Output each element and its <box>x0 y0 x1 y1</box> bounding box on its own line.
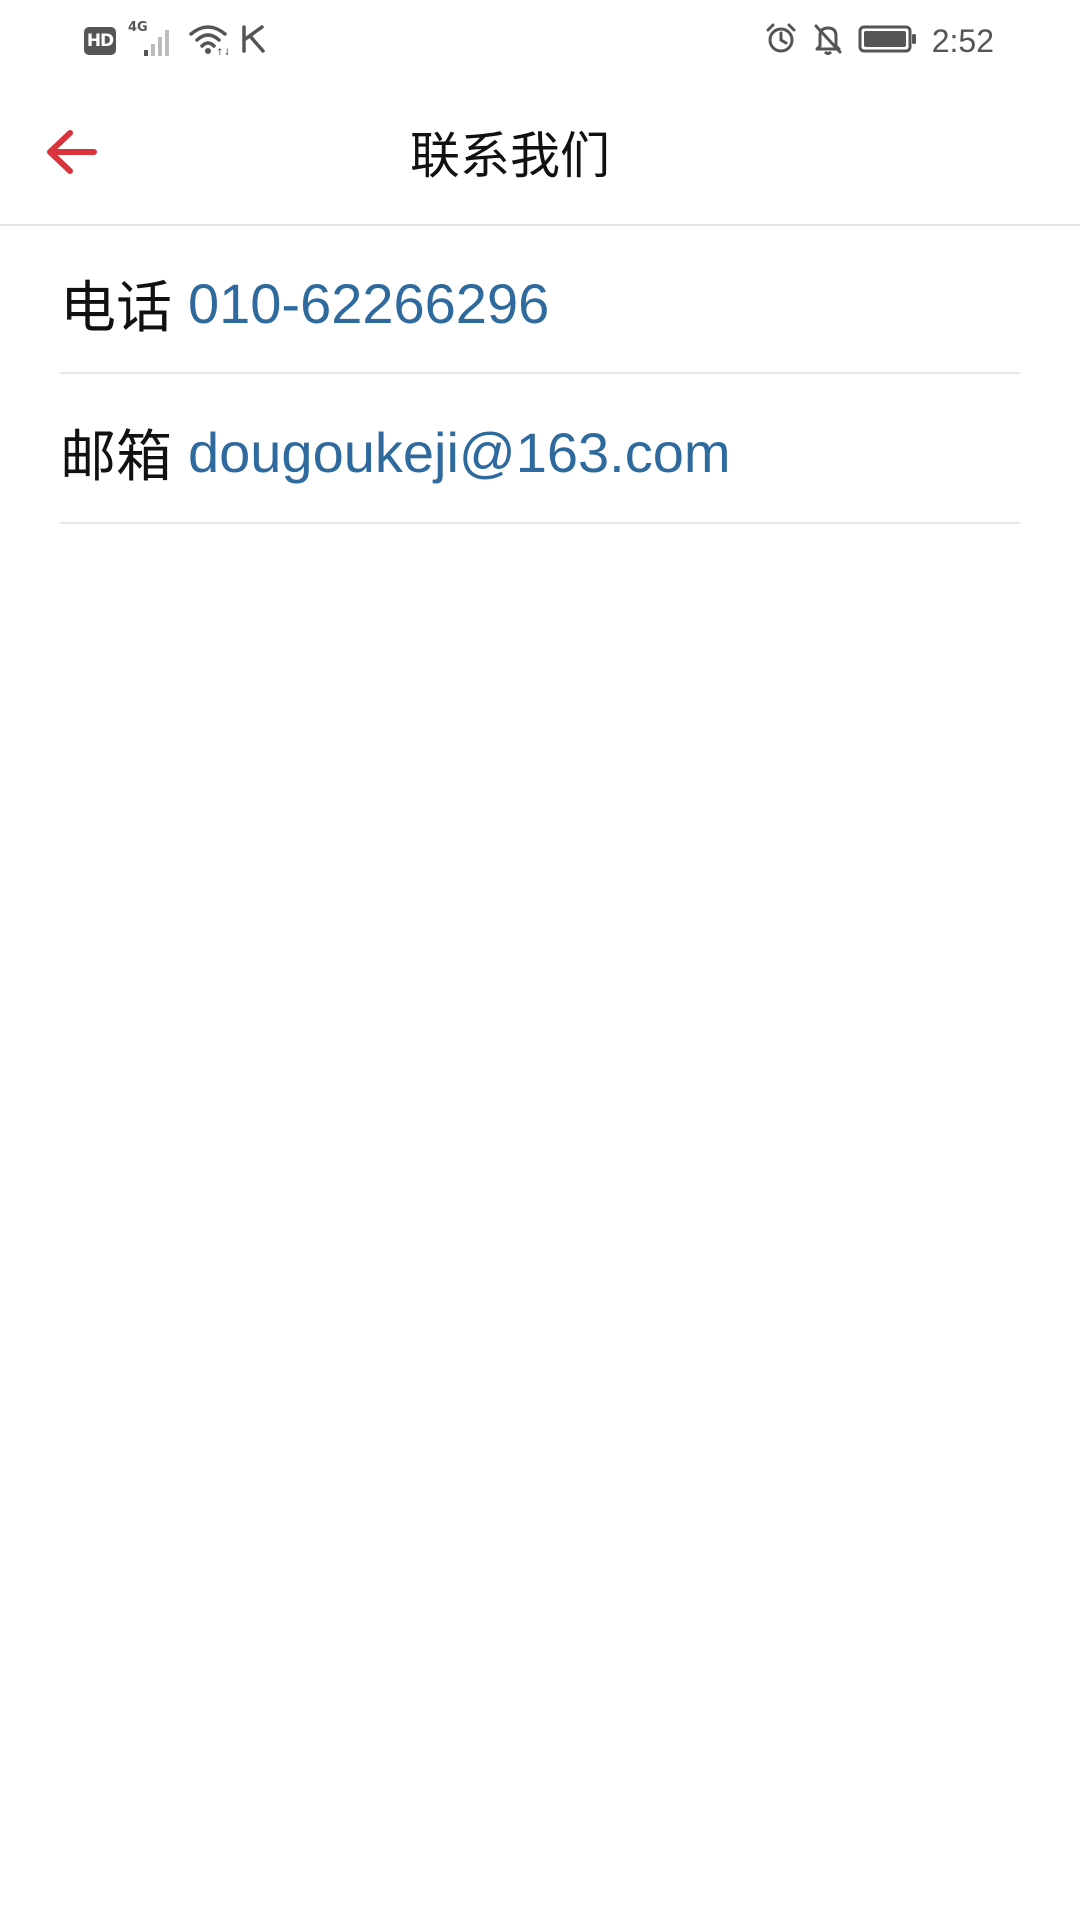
hd-icon: HD <box>84 27 116 55</box>
svg-text:↑↓: ↑↓ <box>216 48 228 56</box>
signal-icon: 4G <box>128 20 176 58</box>
k-icon <box>240 24 268 58</box>
battery-icon <box>858 24 918 58</box>
header-bar: 联系我们 <box>0 80 1080 226</box>
contact-list: 电话 010-62266296 邮箱 dougoukeji@163.com <box>60 226 1020 524</box>
wifi-icon: ↑↓ <box>188 22 231 60</box>
bell-off-icon <box>812 22 844 60</box>
contact-us-screen: HD 4G ↑↓ 2:52 联系我们 电话 010-62266296 邮箱 do… <box>0 0 1080 1920</box>
alarm-icon <box>764 22 798 60</box>
email-link[interactable]: dougoukeji@163.com <box>188 420 731 485</box>
status-right: 2:52 <box>764 20 994 62</box>
status-time: 2:52 <box>931 22 994 59</box>
phone-label: 电话 <box>60 275 172 341</box>
page-title: 联系我们 <box>410 127 610 185</box>
network-type-label: 4G <box>128 20 148 35</box>
status-bar: HD 4G ↑↓ 2:52 <box>0 0 1080 80</box>
contact-row-email: 邮箱 dougoukeji@163.com <box>60 374 1020 524</box>
status-left: HD 4G ↑↓ <box>84 20 268 62</box>
email-label: 邮箱 <box>60 424 172 490</box>
contact-row-phone: 电话 010-62266296 <box>60 226 1020 374</box>
phone-link[interactable]: 010-62266296 <box>188 271 549 336</box>
